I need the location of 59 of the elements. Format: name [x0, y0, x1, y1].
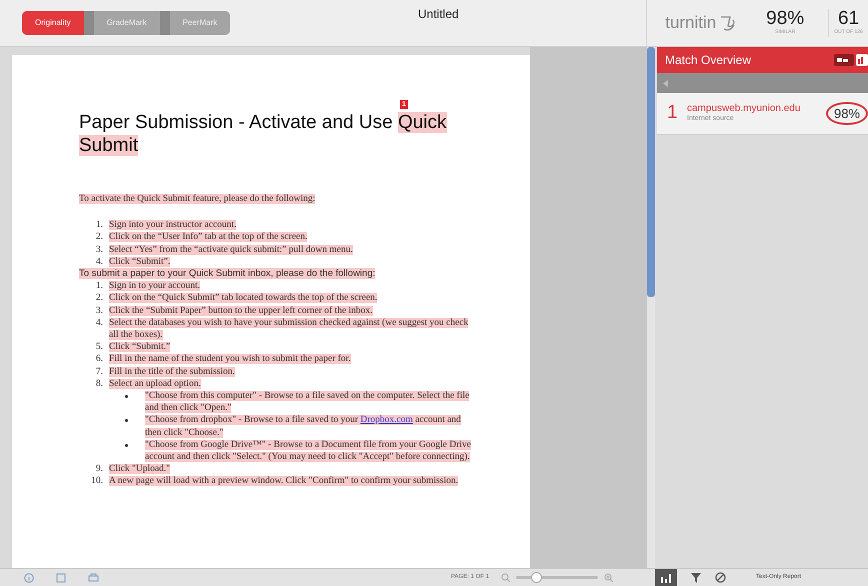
- list-number: 8.: [94, 378, 103, 390]
- zoom-slider-thumb[interactable]: [531, 572, 542, 583]
- brand-logo: turnitin: [665, 12, 716, 34]
- zoom-in-icon[interactable]: [604, 573, 613, 582]
- mode-tab[interactable]: Originality: [22, 11, 84, 35]
- list-number: 4.: [94, 256, 103, 268]
- ban-icon[interactable]: [715, 572, 726, 583]
- scrollbar[interactable]: [647, 47, 655, 568]
- bullet-icon: [125, 395, 128, 398]
- list-item: Sign in to your account.: [109, 280, 200, 292]
- dropbox-link[interactable]: Dropbox.com: [360, 415, 413, 426]
- paragraph: To activate the Quick Submit feature, please do the following:: [79, 193, 316, 206]
- paragraph: To submit a paper to your Quick Submit inbox, please do the following:: [79, 268, 376, 280]
- list-number: 3.: [94, 244, 103, 256]
- match-percent: 98%: [826, 102, 868, 126]
- list-number: 7.: [94, 366, 103, 378]
- list-item: Select an upload option.: [109, 378, 201, 390]
- bullet-icon: [125, 419, 128, 422]
- bar-chart-icon[interactable]: [655, 568, 677, 586]
- list-item: Click "Upload.": [109, 463, 170, 476]
- grade-score: 61: [838, 9, 860, 30]
- similarity-score: 98%: [766, 9, 804, 30]
- list-item: "Choose from Google Drive™" - Browse to a Document file from your Google Drive account and then click "Select." (You may need to click "Accept" before connecting).: [145, 438, 472, 464]
- zoom-out-icon[interactable]: [500, 573, 510, 582]
- list-number: 1.: [94, 280, 103, 292]
- list-item: A new page will load with a preview window. Click "Confirm" to confirm your submission.: [109, 475, 458, 488]
- list-number: 2.: [94, 231, 103, 244]
- info-icon[interactable]: [24, 572, 34, 582]
- document-title: Untitled: [418, 6, 459, 23]
- list-number: 1.: [94, 219, 103, 232]
- bar-chart-icon[interactable]: [856, 54, 868, 66]
- page-icon[interactable]: [56, 572, 66, 582]
- source-name: campusweb.myunion.edu: [687, 102, 802, 114]
- list-number: 5.: [94, 341, 103, 354]
- list-number: 2.: [94, 292, 103, 305]
- list-item: Click “Submit”.: [109, 256, 170, 268]
- list-item: Click the “Submit Paper” button to the upper left corner of the inbox.: [109, 304, 373, 317]
- list-number: 10.: [90, 475, 103, 488]
- list-item: Sign into your instructor account.: [109, 219, 236, 232]
- list-item: Click on the “User Info” tab at the top of the screen.: [109, 231, 308, 244]
- list-item: Fill in the name of the student you wish to submit the paper for.: [109, 353, 351, 366]
- match-number: 1: [667, 101, 679, 126]
- list-number: 9.: [94, 463, 103, 476]
- print-icon[interactable]: [88, 572, 99, 582]
- list-item: "Choose from this computer" - Browse to a file saved on the computer. Select the file and then click "Open.": [145, 390, 470, 414]
- list-number: 4.: [94, 316, 103, 330]
- list-item: Select “Yes” from the “activate quick submit:” pull down menu.: [109, 244, 353, 256]
- previous-icon[interactable]: [663, 80, 668, 86]
- bullet-icon: [125, 444, 128, 447]
- list-item: Click on the “Quick Submit” tab located towards the top of the screen.: [109, 292, 378, 305]
- list-item: Click “Submit.”: [109, 341, 170, 354]
- list-number: 3.: [94, 304, 103, 317]
- list-number: 6.: [94, 353, 103, 366]
- list-item: Fill in the title of the submission.: [109, 366, 235, 378]
- filter-icon[interactable]: [691, 572, 701, 582]
- list-item: "Choose from dropbox" - Browse to a file saved to your Dropbox.com account and then click "Choose.": [145, 414, 462, 439]
- view-toggle-icon[interactable]: [834, 54, 854, 66]
- panel-title: Match Overview: [665, 52, 752, 69]
- list-item: Select the databases you wish to have your submission checked against (we suggest you check all the boxes).: [109, 316, 470, 342]
